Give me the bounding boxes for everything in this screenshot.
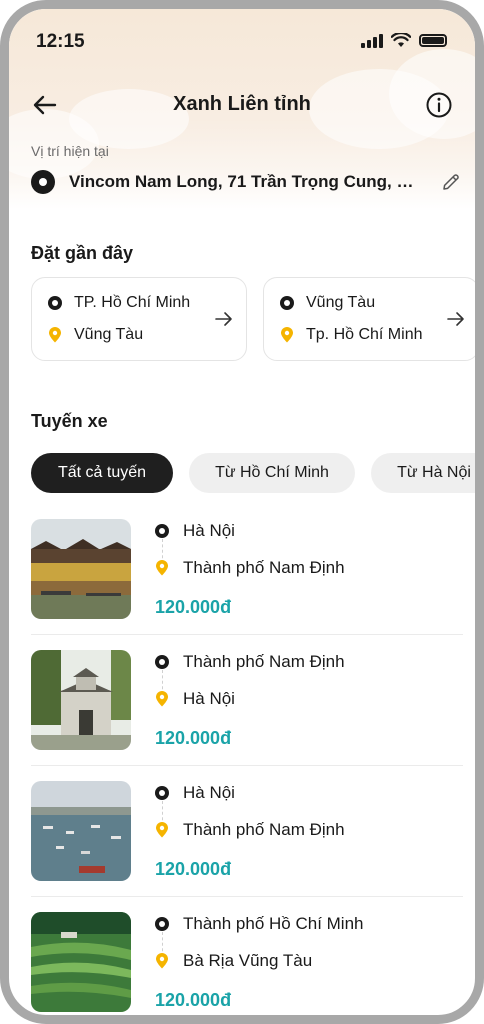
route-photo-rice-terraces: [31, 912, 131, 1012]
phone-frame: 12:15 Xanh Liên tỉnh Vị trí hiện tại Vin…: [0, 0, 484, 1024]
origin-dot-icon: [48, 296, 62, 310]
route-filter-chips: Tất cả tuyến Từ Hồ Chí Minh Từ Hà Nội: [31, 453, 475, 493]
current-location-label: Vị trí hiện tại: [31, 143, 109, 159]
status-time: 12:15: [36, 31, 85, 52]
origin-dot-icon: [155, 524, 169, 538]
page-title: Xanh Liên tỉnh: [173, 93, 311, 115]
recent-trip-to: Tp. Hồ Chí Minh: [306, 326, 423, 343]
route-price: 120.000đ: [155, 859, 232, 879]
route-to: Hà Nội: [183, 689, 235, 708]
battery-icon: [419, 34, 447, 47]
route-to: Thành phố Nam Định: [183, 820, 345, 839]
route-from: Hà Nội: [183, 521, 235, 540]
route-price: 120.000đ: [155, 990, 232, 1010]
edit-pencil-icon[interactable]: [441, 172, 461, 192]
recent-trip-card[interactable]: TP. Hồ Chí Minh Vũng Tàu: [31, 277, 247, 361]
route-to: Thành phố Nam Định: [183, 558, 345, 577]
filter-chip-from-hanoi[interactable]: Từ Hà Nội: [371, 453, 475, 493]
route-from: Thành phố Nam Định: [183, 652, 345, 671]
location-pin-icon: [49, 327, 61, 343]
divider: [31, 634, 463, 635]
recent-trip-to: Vũng Tàu: [74, 326, 144, 343]
origin-dot-icon: [155, 786, 169, 800]
recent-trip-from: TP. Hồ Chí Minh: [74, 294, 191, 311]
arrow-right-icon: [215, 312, 232, 326]
location-pin-icon: [156, 953, 168, 969]
arrow-right-icon: [447, 312, 464, 326]
location-dot-icon: [31, 170, 55, 194]
recent-trips-carousel: TP. Hồ Chí Minh Vũng Tàu Vũng Tàu Tp. Hồ…: [31, 277, 475, 373]
routes-section-title: Tuyến xe: [31, 411, 108, 431]
wifi-icon: [391, 33, 411, 47]
route-item[interactable]: Thành phố Hồ Chí Minh Bà Rịa Vũng Tàu 12…: [31, 912, 463, 1015]
filter-chip-from-hcm[interactable]: Từ Hồ Chí Minh: [189, 453, 355, 493]
route-item[interactable]: Hà Nội Thành phố Nam Định 120.000đ: [31, 781, 463, 897]
recent-trip-card[interactable]: Vũng Tàu Tp. Hồ Chí Minh: [263, 277, 475, 361]
location-pin-icon: [156, 560, 168, 576]
status-bar: 12:15: [9, 9, 475, 61]
recent-section-title: Đặt gần đây: [31, 243, 134, 263]
route-photo-temple-gate: [31, 650, 131, 750]
current-location-address: Vincom Nam Long, 71 Trần Trọng Cung, P..…: [69, 172, 419, 191]
signal-icon: [361, 33, 383, 48]
location-pin-icon: [156, 822, 168, 838]
current-location-row[interactable]: Vincom Nam Long, 71 Trần Trọng Cung, P..…: [31, 167, 461, 197]
origin-dot-icon: [155, 917, 169, 931]
origin-dot-icon: [155, 655, 169, 669]
route-photo-old-town: [31, 519, 131, 619]
origin-dot-icon: [280, 296, 294, 310]
route-item[interactable]: Thành phố Nam Định Hà Nội 120.000đ: [31, 650, 463, 766]
info-icon[interactable]: [425, 91, 453, 119]
route-price: 120.000đ: [155, 728, 232, 748]
recent-trip-from: Vũng Tàu: [306, 294, 376, 311]
status-icons: [361, 33, 447, 48]
filter-chip-all-routes[interactable]: Tất cả tuyến: [31, 453, 173, 493]
top-bar: Xanh Liên tỉnh: [9, 81, 475, 129]
divider: [31, 765, 463, 766]
route-photo-fishing-boats: [31, 781, 131, 881]
route-item[interactable]: Hà Nội Thành phố Nam Định 120.000đ: [31, 519, 463, 635]
location-pin-icon: [156, 691, 168, 707]
location-pin-icon: [281, 327, 293, 343]
route-from: Thành phố Hồ Chí Minh: [183, 914, 364, 933]
route-from: Hà Nội: [183, 783, 235, 802]
route-to: Bà Rịa Vũng Tàu: [183, 951, 313, 970]
divider: [31, 896, 463, 897]
route-price: 120.000đ: [155, 597, 232, 617]
